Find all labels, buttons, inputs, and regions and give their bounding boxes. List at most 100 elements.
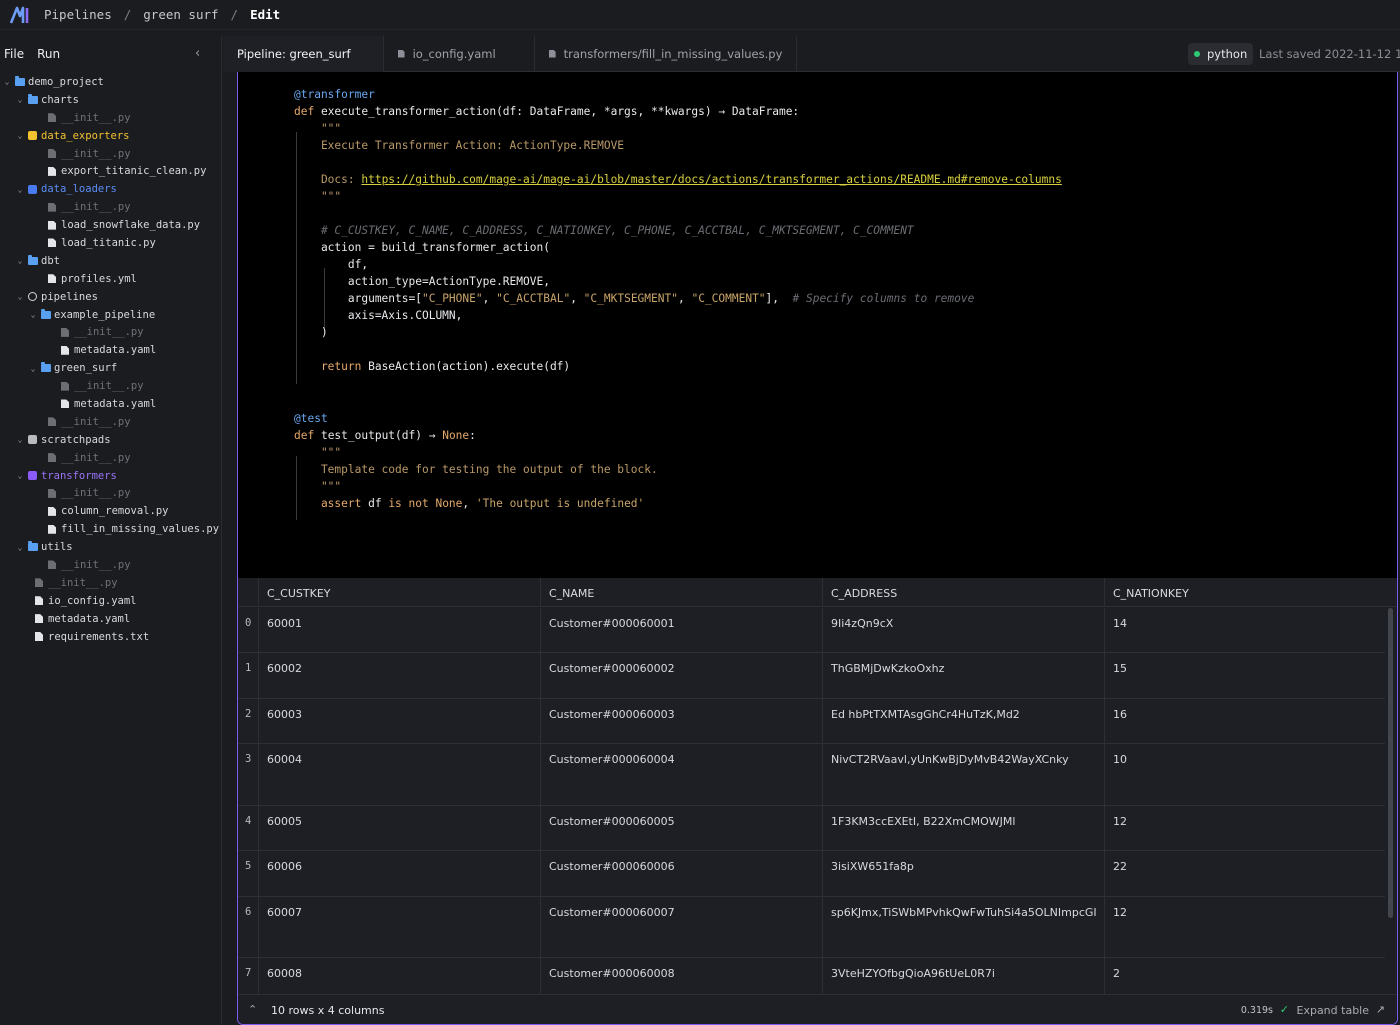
tree-item[interactable]: fill_in_missing_values.py	[0, 520, 221, 538]
docs-link[interactable]: https://github.com/mage-ai/mage-ai/blob/…	[361, 173, 1062, 186]
tree-item[interactable]: requirements.txt	[0, 628, 221, 646]
tree-item[interactable]: io_config.yaml	[0, 592, 221, 610]
tree-item[interactable]: ⌄ scratchpads	[0, 431, 221, 449]
block-type-icon	[28, 435, 37, 445]
row-index: 7	[245, 967, 252, 979]
breadcrumb-pipelines[interactable]: Pipelines	[44, 7, 112, 22]
file-tab[interactable]: Pipeline: green_surf	[223, 35, 384, 72]
table-cell: 2	[1104, 958, 1385, 995]
chevron-down-icon[interactable]: ⌄	[2, 77, 12, 87]
tree-item[interactable]: __init__.py	[0, 484, 221, 502]
tree-item-label: green_surf	[54, 362, 118, 375]
tree-item[interactable]: ⌄ dbt	[0, 252, 221, 270]
chevron-down-icon[interactable]: ⌄	[28, 363, 38, 373]
tree-item[interactable]: ⌄ transformers	[0, 467, 221, 485]
code-line: Template code for testing the output of …	[294, 463, 658, 476]
external-link-icon[interactable]: ↗	[1376, 1003, 1385, 1016]
tree-item[interactable]: load_snowflake_data.py	[0, 216, 221, 234]
tree-item[interactable]: metadata.yaml	[0, 395, 221, 413]
chevron-down-icon[interactable]: ⌄	[15, 131, 25, 141]
tree-item-label: io_config.yaml	[48, 594, 137, 607]
table-row[interactable]: 5 60006 Customer#000060006 3isiXW651fa8p 22	[238, 851, 1385, 897]
tree-item[interactable]: __init__.py	[0, 323, 221, 341]
table-row[interactable]: 7 60008 Customer#000060008 3VteHZYOfbgQioA9…	[238, 958, 1385, 996]
code-line: def execute_transformer_action(df: DataF…	[294, 105, 799, 118]
code-token: arguments=[	[294, 292, 422, 305]
tree-item[interactable]: __init__.py	[0, 145, 221, 163]
table-row[interactable]: 2 60003 Customer#000060003 Ed hbPtTXMTAsgGh…	[238, 699, 1385, 744]
chevron-down-icon[interactable]: ⌄	[15, 95, 25, 105]
chevron-down-icon[interactable]: ⌄	[15, 292, 25, 302]
column-header[interactable]: C_NATIONKEY	[1104, 578, 1385, 607]
chevron-down-icon[interactable]: ⌄	[15, 184, 25, 194]
tree-item[interactable]: __init__.py	[0, 574, 221, 592]
table-row[interactable]: 0 60001 Customer#000060001 9Ii4zQn9cX 14	[238, 608, 1385, 653]
tree-item[interactable]: ⌄ utils	[0, 538, 221, 556]
tree-item[interactable]: __init__.py	[0, 413, 221, 431]
row-index: 3	[245, 753, 252, 765]
column-header[interactable]: C_CUSTKEY	[258, 578, 540, 607]
code-line: action = build_transformer_action(	[294, 241, 550, 254]
column-header[interactable]: C_ADDRESS	[822, 578, 1104, 607]
table-cell: 22	[1104, 851, 1385, 896]
kernel-badge[interactable]: python	[1188, 43, 1254, 65]
table-row[interactable]: 3 60004 Customer#000060004 NivCT2RVaavl,yUn…	[238, 744, 1385, 806]
expand-table-button[interactable]: Expand table	[1297, 1004, 1370, 1017]
tree-item[interactable]: profiles.yml	[0, 270, 221, 288]
tree-item-label: __init__.py	[61, 451, 131, 464]
code-token: None	[442, 429, 470, 442]
mage-logo-icon[interactable]	[10, 6, 32, 24]
table-row[interactable]: 1 60002 Customer#000060002 ThGBMjDwKzkoOxhz…	[238, 653, 1385, 699]
tree-item[interactable]: ⌄ demo_project	[0, 73, 221, 91]
tree-item[interactable]: metadata.yaml	[0, 610, 221, 628]
run-menu[interactable]: Run	[37, 47, 60, 61]
tree-item[interactable]: column_removal.py	[0, 502, 221, 520]
chevron-down-icon[interactable]: ⌄	[15, 256, 25, 266]
tree-item[interactable]: ⌄ data_exporters	[0, 127, 221, 145]
chevron-down-icon[interactable]: ⌄	[15, 471, 25, 481]
tree-item[interactable]: load_titanic.py	[0, 234, 221, 252]
tree-item[interactable]: __init__.py	[0, 109, 221, 127]
tree-item[interactable]: ⌄ green_surf	[0, 359, 221, 377]
folder-icon	[15, 75, 25, 86]
file-tab[interactable]: transformers/fill_in_missing_values.py	[535, 35, 798, 72]
code-line: """	[294, 122, 341, 135]
chevron-down-icon[interactable]: ⌄	[28, 310, 38, 320]
file-icon	[48, 417, 56, 427]
tree-item[interactable]: __init__.py	[0, 377, 221, 395]
tree-item[interactable]: __init__.py	[0, 449, 221, 467]
code-token: )	[294, 326, 328, 339]
code-line: """	[294, 190, 341, 203]
table-row[interactable]: 4 60005 Customer#000060005 1F3KM3ccEXEtI, B…	[238, 806, 1385, 851]
breadcrumb-pipeline-name[interactable]: green surf	[143, 7, 218, 22]
tree-item[interactable]: __init__.py	[0, 198, 221, 216]
table-scrollbar[interactable]	[1388, 608, 1393, 918]
tree-item-label: scratchpads	[41, 433, 111, 446]
collapse-sidebar-icon[interactable]: ‹	[195, 46, 209, 61]
tree-item[interactable]: ⌄ data_loaders	[0, 180, 221, 198]
file-tabs-bar: Pipeline: green_surf io_config.yaml transf…	[223, 35, 1400, 72]
tab-label: io_config.yaml	[412, 46, 496, 61]
table-cell: Ed hbPtTXMTAsgGhCr4HuTzK,Md2	[822, 699, 1104, 743]
tree-item[interactable]: export_titanic_clean.py	[0, 162, 221, 180]
file-icon	[61, 381, 69, 391]
column-header[interactable]: C_NAME	[540, 578, 822, 607]
code-token: assert	[294, 497, 369, 510]
tree-item-label: __init__.py	[74, 380, 144, 393]
code-editor[interactable]: @transformer def execute_transformer_acti…	[238, 72, 1397, 578]
chevron-down-icon[interactable]: ⌄	[15, 435, 25, 445]
table-cell: Customer#000060004	[540, 744, 822, 805]
file-menu[interactable]: File	[4, 47, 24, 61]
tree-item[interactable]: metadata.yaml	[0, 341, 221, 359]
file-icon	[35, 632, 43, 642]
tree-item[interactable]: ⌄ example_pipeline	[0, 306, 221, 324]
collapse-output-icon[interactable]: ⌃	[248, 1003, 257, 1016]
tree-item[interactable]: __init__.py	[0, 556, 221, 574]
file-tab[interactable]: io_config.yaml	[384, 35, 535, 72]
tree-item[interactable]: ⌄ pipelines	[0, 288, 221, 306]
code-token: @test	[294, 412, 328, 425]
tree-item[interactable]: ⌄ charts	[0, 91, 221, 109]
tree-item-label: load_snowflake_data.py	[61, 219, 201, 232]
table-row[interactable]: 6 60007 Customer#000060007 sp6KJmx,TiSWbMPv…	[238, 897, 1385, 958]
chevron-down-icon[interactable]: ⌄	[15, 542, 25, 552]
